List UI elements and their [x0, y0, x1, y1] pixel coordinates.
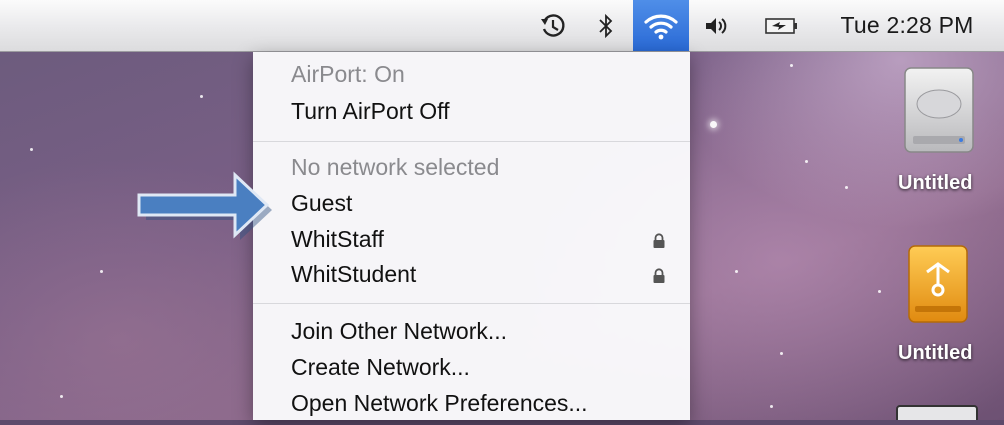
firewire-drive-icon[interactable]	[907, 244, 969, 331]
time-machine-icon[interactable]	[528, 0, 578, 51]
network-item-whitstaff[interactable]: WhitStaff	[291, 224, 384, 254]
star	[770, 405, 773, 408]
battery-icon[interactable]	[755, 0, 809, 51]
network-item-guest[interactable]: Guest	[291, 188, 352, 218]
airport-menu: AirPort: On Turn AirPort Off No network …	[253, 52, 690, 420]
star	[200, 95, 203, 98]
clock[interactable]: Tue 2:28 PM	[822, 0, 992, 51]
airport-wifi-icon[interactable]	[633, 0, 689, 51]
annotation-arrow	[137, 171, 272, 240]
lock-icon	[653, 268, 665, 283]
airport-status: AirPort: On	[291, 61, 405, 87]
star	[735, 270, 738, 273]
menu-separator	[253, 303, 690, 304]
network-header: No network selected	[291, 154, 500, 180]
open-network-preferences-item[interactable]: Open Network Preferences...	[291, 388, 588, 418]
create-network-item[interactable]: Create Network...	[291, 352, 470, 382]
star	[710, 121, 717, 128]
volume-icon[interactable]	[696, 0, 736, 51]
star	[780, 352, 783, 355]
network-item-whitstudent[interactable]: WhitStudent	[291, 259, 416, 289]
star	[30, 148, 33, 151]
turn-airport-off-item[interactable]: Turn AirPort Off	[291, 96, 450, 126]
desktop-item-partial[interactable]	[895, 404, 979, 425]
desktop-icon-label: Untitled	[898, 342, 973, 364]
star	[790, 64, 793, 67]
menu-bar: Tue 2:28 PM	[0, 0, 1004, 52]
desktop-icon-label: Untitled	[898, 172, 973, 194]
star	[805, 160, 808, 163]
hard-drive-icon[interactable]	[903, 66, 975, 161]
star	[878, 290, 881, 293]
lock-icon	[653, 233, 665, 248]
join-other-network-item[interactable]: Join Other Network...	[291, 316, 507, 346]
star	[845, 186, 848, 189]
star	[60, 395, 63, 398]
clock-text: Tue 2:28 PM	[840, 12, 974, 38]
menu-separator	[253, 141, 690, 142]
bluetooth-icon[interactable]	[588, 0, 624, 51]
star	[100, 270, 103, 273]
